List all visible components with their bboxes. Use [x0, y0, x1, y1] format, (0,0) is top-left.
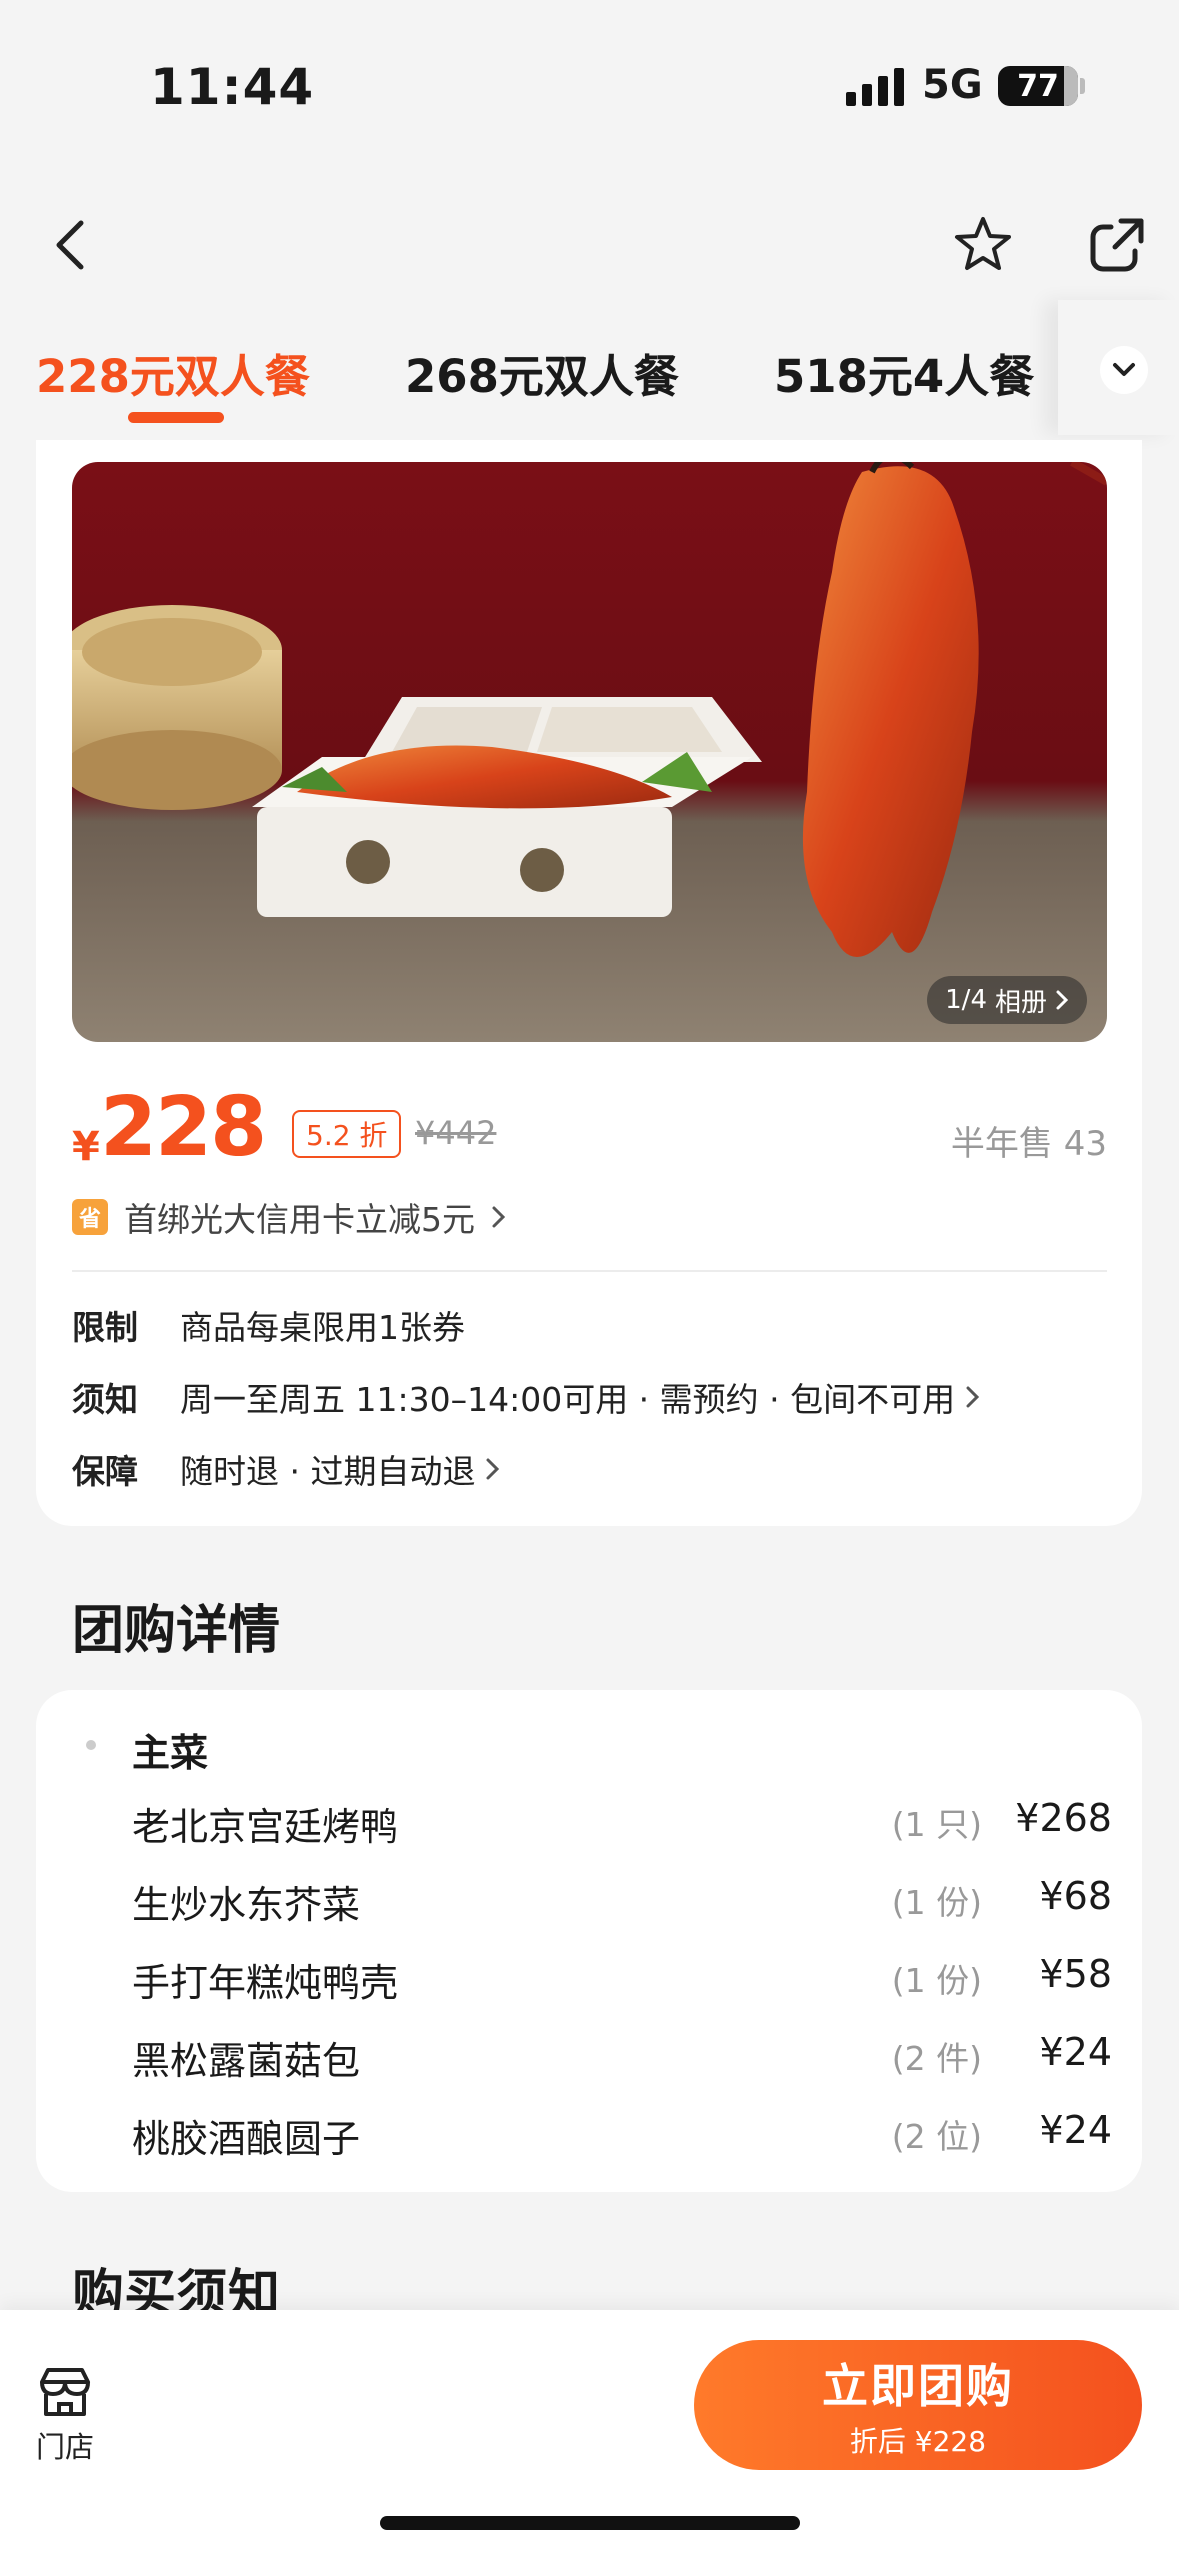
star-icon [955, 217, 1011, 270]
nav-bar [0, 190, 1179, 300]
price-row: ¥ 228 5.2 折 ¥442 半年售 43 [72, 1080, 1107, 1180]
item-name: 桃胶酒酿圆子 [132, 2117, 361, 2161]
tab-active-indicator [128, 412, 224, 423]
item-price: ¥268 [1015, 1796, 1112, 1840]
product-image[interactable]: 1/4 相册 [72, 462, 1107, 1042]
buy-now-button[interactable]: 立即团购 折后 ¥228 [694, 2340, 1142, 2470]
battery-tip [1080, 78, 1085, 94]
divider [72, 1270, 1107, 1272]
share-icon [1090, 218, 1144, 272]
home-indicator[interactable] [380, 2516, 800, 2530]
list-item: 生炒水东芥菜 (1 份) ¥68 [132, 1868, 1112, 1928]
info-label: 须知 [72, 1380, 138, 1419]
chevron-down-icon [1100, 346, 1148, 394]
album-button[interactable]: 1/4 相册 [927, 976, 1087, 1024]
promo-row[interactable]: 省 首绑光大信用卡立减5元 [72, 1192, 507, 1242]
favorite-button[interactable] [938, 200, 1028, 290]
store-label: 门店 [35, 2430, 94, 2464]
chevron-right-icon [492, 1206, 506, 1228]
roast-duck-illustration [72, 462, 1107, 957]
tabs-expand-button[interactable] [1058, 300, 1179, 435]
original-price: ¥442 [415, 1114, 497, 1152]
bullet-dot [86, 1740, 96, 1750]
list-item: 黑松露菌菇包 (2 件) ¥24 [132, 2024, 1112, 2084]
info-row-notice[interactable]: 须知 周一至周五 11:30–14:00可用 · 需预约 · 包间不可用 [72, 1372, 981, 1422]
info-text: 随时退 · 过期自动退 [180, 1452, 476, 1491]
network-label: 5G [922, 62, 983, 108]
chevron-right-icon [966, 1386, 980, 1408]
item-name: 生炒水东芥菜 [132, 1883, 361, 1927]
item-price: ¥68 [1039, 1874, 1112, 1918]
list-item: 老北京宫廷烤鸭 (1 只) ¥268 [132, 1790, 1112, 1850]
item-price: ¥24 [1039, 2108, 1112, 2152]
item-qty: (1 份) [891, 1961, 982, 2000]
sales-count: 半年售 43 [950, 1124, 1107, 1164]
store-button[interactable]: 门店 [30, 2364, 100, 2466]
buy-label: 立即团购 [822, 2359, 1014, 2413]
share-button[interactable] [1072, 200, 1162, 290]
image-counter: 1/4 [945, 985, 987, 1015]
chevron-left-icon [56, 220, 84, 270]
item-qty: (1 份) [891, 1883, 982, 1922]
list-item: 桃胶酒酿圆子 (2 位) ¥24 [132, 2102, 1112, 2162]
status-bar: 11:44 5G 77 [0, 0, 1179, 170]
product-card: 1/4 相册 ¥ 228 5.2 折 ¥442 半年售 43 省 首绑光大信用卡… [36, 440, 1142, 1526]
signal-icon [846, 66, 904, 106]
tab-228-two[interactable]: 228元双人餐 [36, 340, 310, 405]
saving-icon: 省 [72, 1199, 108, 1235]
details-card: 主菜 老北京宫廷烤鸭 (1 只) ¥268 生炒水东芥菜 (1 份) ¥68 手… [36, 1690, 1142, 2192]
currency-symbol: ¥ [72, 1124, 100, 1170]
deal-price: 228 [100, 1080, 267, 1175]
store-icon [40, 2368, 90, 2416]
deal-page: 11:44 5G 77 228元双人餐 268元双人餐 518元4人餐 1/4 … [0, 0, 1179, 2556]
details-title: 团购详情 [72, 1601, 281, 1661]
promo-text: 首绑光大信用卡立减5元 [124, 1200, 475, 1239]
info-label: 限制 [72, 1308, 138, 1347]
info-text: 周一至周五 11:30–14:00可用 · 需预约 · 包间不可用 [180, 1380, 956, 1419]
status-time: 11:44 [150, 58, 315, 116]
back-button[interactable] [26, 200, 116, 290]
item-name: 手打年糕炖鸭壳 [132, 1961, 399, 2005]
chevron-right-icon [486, 1458, 500, 1480]
info-label: 保障 [72, 1452, 138, 1491]
buy-sublabel: 折后 ¥228 [849, 2425, 987, 2458]
battery-icon: 77 [998, 66, 1078, 106]
chevron-right-icon [1056, 990, 1069, 1010]
item-qty: (2 位) [891, 2117, 982, 2156]
info-row-limit: 限制 商品每桌限用1张券 [72, 1300, 465, 1350]
tab-268-two[interactable]: 268元双人餐 [405, 340, 679, 405]
item-price: ¥24 [1039, 2030, 1112, 2074]
item-price: ¥58 [1039, 1952, 1112, 1996]
item-qty: (2 件) [891, 2039, 982, 2078]
category-title: 主菜 [132, 1731, 209, 1775]
item-name: 黑松露菌菇包 [132, 2039, 361, 2083]
album-label: 相册 [994, 987, 1047, 1018]
battery-level: 77 [1017, 68, 1059, 104]
info-text: 商品每桌限用1张券 [180, 1308, 465, 1347]
list-item: 手打年糕炖鸭壳 (1 份) ¥58 [132, 1946, 1112, 2006]
item-qty: (1 只) [891, 1805, 982, 1844]
info-row-guarantee[interactable]: 保障 随时退 · 过期自动退 [72, 1444, 501, 1494]
discount-badge: 5.2 折 [292, 1110, 402, 1158]
item-name: 老北京宫廷烤鸭 [132, 1805, 399, 1849]
tab-518-four[interactable]: 518元4人餐 [774, 340, 1034, 405]
